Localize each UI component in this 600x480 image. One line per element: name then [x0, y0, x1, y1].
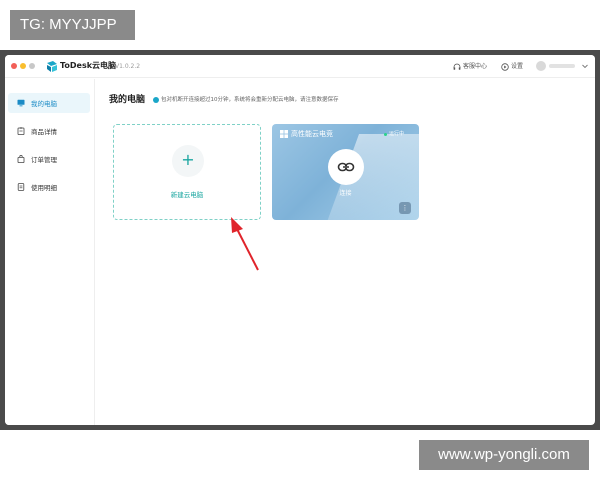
todesk-logo-icon	[47, 61, 57, 72]
settings-label: 设置	[511, 63, 524, 70]
title-bar: ToDesk云电脑 V1.0.2.2 客服中心 设置	[5, 55, 595, 78]
zoom-window-button[interactable]	[29, 63, 35, 69]
clipboard-icon	[17, 127, 25, 135]
settings-button[interactable]: 设置	[501, 61, 523, 72]
chevron-down-icon[interactable]	[581, 62, 589, 70]
username-redacted	[549, 64, 575, 68]
user-avatar[interactable]	[536, 61, 546, 71]
sidebar-item-label: 商品详情	[31, 128, 57, 136]
status-dot	[384, 133, 387, 136]
app-name: ToDesk云电脑	[60, 61, 117, 70]
sidebar-item-my-computer[interactable]: 我的电脑	[8, 93, 90, 113]
sidebar-item-order-management[interactable]: 订单管理	[8, 149, 90, 169]
sidebar-item-label: 使用明细	[31, 184, 57, 192]
sidebar-item-product-details[interactable]: 商品详情	[8, 121, 90, 141]
tg-overlay-tag: TG: MYYJJPP	[10, 10, 135, 40]
sidebar: 我的电脑 商品详情 订单管理 使用明细	[5, 79, 95, 425]
monitor-icon	[17, 99, 25, 107]
link-icon	[337, 162, 355, 172]
close-window-button[interactable]	[11, 63, 17, 69]
app-window: ToDesk云电脑 V1.0.2.2 客服中心 设置 我的电脑 商品详情 订单管…	[5, 55, 595, 425]
headset-icon	[453, 63, 461, 70]
info-icon	[153, 97, 159, 103]
watermark-url: www.wp-yongli.com	[419, 440, 589, 470]
plus-icon: +	[172, 145, 204, 177]
notice-text: 包对机断开连接超过10分钟，系统将会重新分配云电脑，请注意数据保存	[161, 97, 339, 103]
support-center-label: 客服中心	[463, 63, 488, 70]
status-badge: 运行中	[389, 131, 405, 137]
minimize-window-button[interactable]	[20, 63, 26, 69]
sidebar-item-label: 我的电脑	[31, 100, 57, 108]
cloud-pc-card[interactable]: 高性能云电竞 运行中 连接 ⋮	[272, 124, 419, 220]
app-version: V1.0.2.2	[115, 63, 141, 70]
cloud-pc-name: 高性能云电竞	[291, 130, 333, 138]
more-options-button[interactable]: ⋮	[399, 202, 411, 214]
settings-icon	[501, 62, 509, 71]
new-cloud-pc-label: 新建云电脑	[170, 191, 204, 199]
sidebar-item-usage-details[interactable]: 使用明细	[8, 177, 90, 197]
windows-icon	[280, 130, 288, 138]
connect-label: 连接	[339, 190, 352, 197]
new-cloud-pc-card[interactable]: + 新建云电脑	[113, 124, 261, 220]
window-frame: ToDesk云电脑 V1.0.2.2 客服中心 设置 我的电脑 商品详情 订单管…	[0, 50, 600, 430]
connect-button[interactable]	[328, 149, 364, 185]
main-content: 我的电脑 包对机断开连接超过10分钟，系统将会重新分配云电脑，请注意数据保存 +…	[96, 79, 595, 425]
bag-icon	[17, 155, 25, 163]
screenshot-stage: TG: MYYJJPP ToDesk云电脑 V1.0.2.2 客服中心 设置 我…	[0, 0, 600, 480]
sidebar-item-label: 订单管理	[31, 156, 57, 164]
page-title: 我的电脑	[109, 95, 146, 105]
document-icon	[17, 183, 25, 191]
support-center-button[interactable]: 客服中心	[453, 61, 487, 72]
